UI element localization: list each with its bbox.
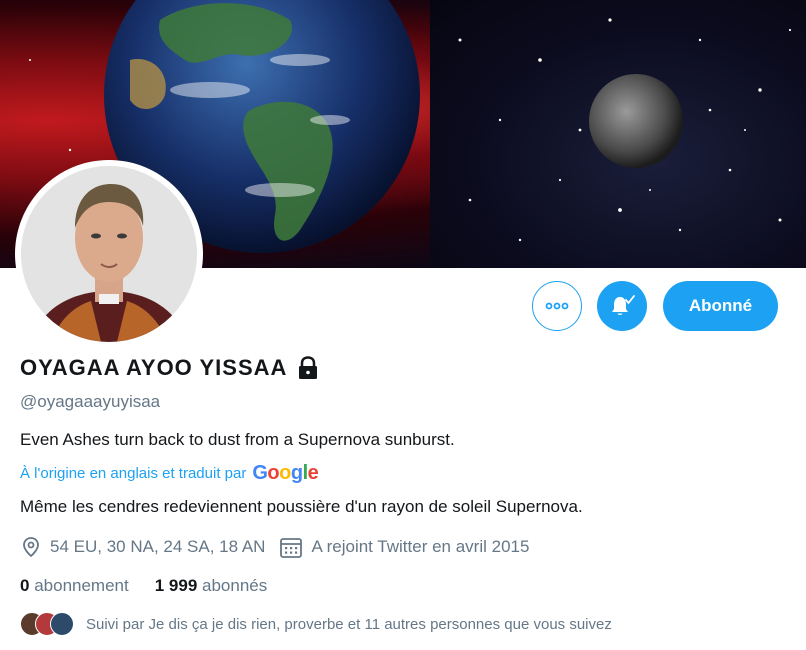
profile-meta: 54 EU, 30 NA, 24 SA, 18 AN A rejoint Twi… [20, 536, 543, 558]
bell-icon [612, 295, 635, 315]
followed-by-avatars [20, 612, 78, 636]
profile-name-row: OYAGAA AYOO YISSAA [20, 355, 321, 381]
following-label: abonnement [34, 576, 129, 595]
followed-by-text: Suivi par Je dis ça je dis rien, proverb… [86, 615, 612, 633]
joined-text: A rejoint Twitter en avril 2015 [311, 537, 530, 556]
translation-note-text: À l'origine en anglais et traduit par [20, 465, 247, 482]
lock-icon [295, 355, 321, 381]
profile-bio-translated: Même les cendres redeviennent poussière … [20, 497, 583, 516]
joined-item: A rejoint Twitter en avril 2015 [279, 536, 529, 558]
profile-bio: Even Ashes turn back to dust from a Supe… [20, 430, 455, 449]
followers-label: abonnés [202, 576, 268, 595]
following-count: 0 [20, 576, 30, 595]
avatar-photo [21, 166, 197, 342]
followed-by-row[interactable]: Suivi par Je dis ça je dis rien, proverb… [20, 612, 612, 636]
moon [589, 74, 683, 168]
mini-avatar [50, 612, 74, 636]
following-button[interactable]: Abonné [663, 281, 778, 331]
profile-handle: @oyagaaayuyisaa [20, 392, 161, 411]
profile-avatar[interactable] [15, 160, 203, 348]
location-pin-icon [23, 537, 39, 558]
follow-counts: 0 abonnement 1 999 abonnés [20, 576, 293, 596]
google-logo: Google [252, 462, 319, 484]
profile-name: OYAGAA AYOO YISSAA [20, 355, 288, 380]
notifications-button[interactable] [597, 281, 647, 331]
more-icon [545, 302, 569, 310]
following-button-label: Abonné [688, 296, 753, 315]
location-text: 54 EU, 30 NA, 24 SA, 18 AN [50, 537, 266, 556]
followers-count-link[interactable]: 1 999 abonnés [155, 576, 268, 596]
location-item: 54 EU, 30 NA, 24 SA, 18 AN [20, 536, 265, 558]
following-count-link[interactable]: 0 abonnement [20, 576, 129, 596]
calendar-icon [280, 538, 303, 558]
followers-count: 1 999 [154, 576, 198, 595]
translation-note[interactable]: À l'origine en anglais et traduit par Go… [20, 462, 319, 485]
more-options-button[interactable] [532, 281, 582, 331]
